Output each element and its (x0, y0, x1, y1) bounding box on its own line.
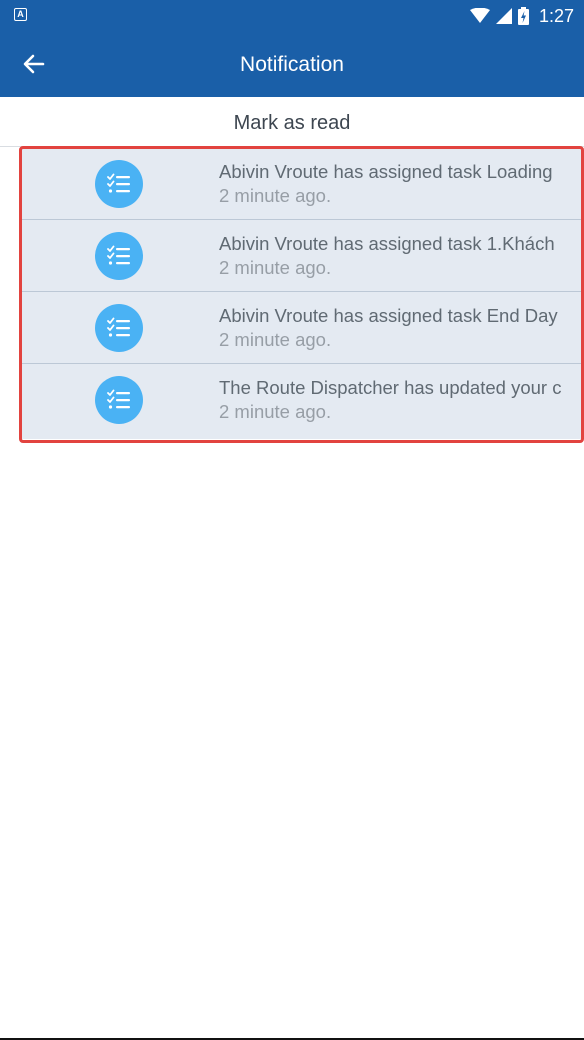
notification-title: The Route Dispatcher has updated your c (219, 377, 562, 398)
status-bar: A 1:27 (0, 0, 584, 32)
status-icons: 1:27 (469, 4, 574, 28)
battery-charging-icon (517, 7, 529, 25)
notification-item[interactable]: Abivin Vroute has assigned task End Day … (22, 292, 584, 364)
notification-title: Abivin Vroute has assigned task Loading (219, 161, 553, 182)
status-time: 1:27 (538, 6, 574, 26)
notification-list: Abivin Vroute has assigned task Loading … (22, 148, 584, 439)
wifi-icon (469, 8, 490, 23)
notification-item[interactable]: Abivin Vroute has assigned task Loading … (22, 148, 584, 220)
notification-time: 2 minute ago. (219, 257, 332, 278)
task-list-icon (95, 304, 143, 352)
mark-as-read-button[interactable]: Mark as read (0, 97, 584, 147)
notification-time: 2 minute ago. (219, 401, 332, 422)
notification-time: 2 minute ago. (219, 329, 332, 350)
task-list-icon (95, 160, 143, 208)
signal-icon (495, 8, 512, 24)
app-bar: Notification (0, 32, 584, 97)
notification-title: Abivin Vroute has assigned task End Day (219, 305, 558, 326)
app-notification-icon: A (14, 8, 27, 21)
notification-item[interactable]: The Route Dispatcher has updated your c … (22, 364, 584, 437)
task-list-icon (95, 376, 143, 424)
page-title: Notification (240, 53, 344, 76)
notification-item[interactable]: Abivin Vroute has assigned task 1.Khách … (22, 220, 584, 292)
task-list-icon (95, 232, 143, 280)
notification-title: Abivin Vroute has assigned task 1.Khách (219, 233, 555, 254)
notification-time: 2 minute ago. (219, 185, 332, 206)
